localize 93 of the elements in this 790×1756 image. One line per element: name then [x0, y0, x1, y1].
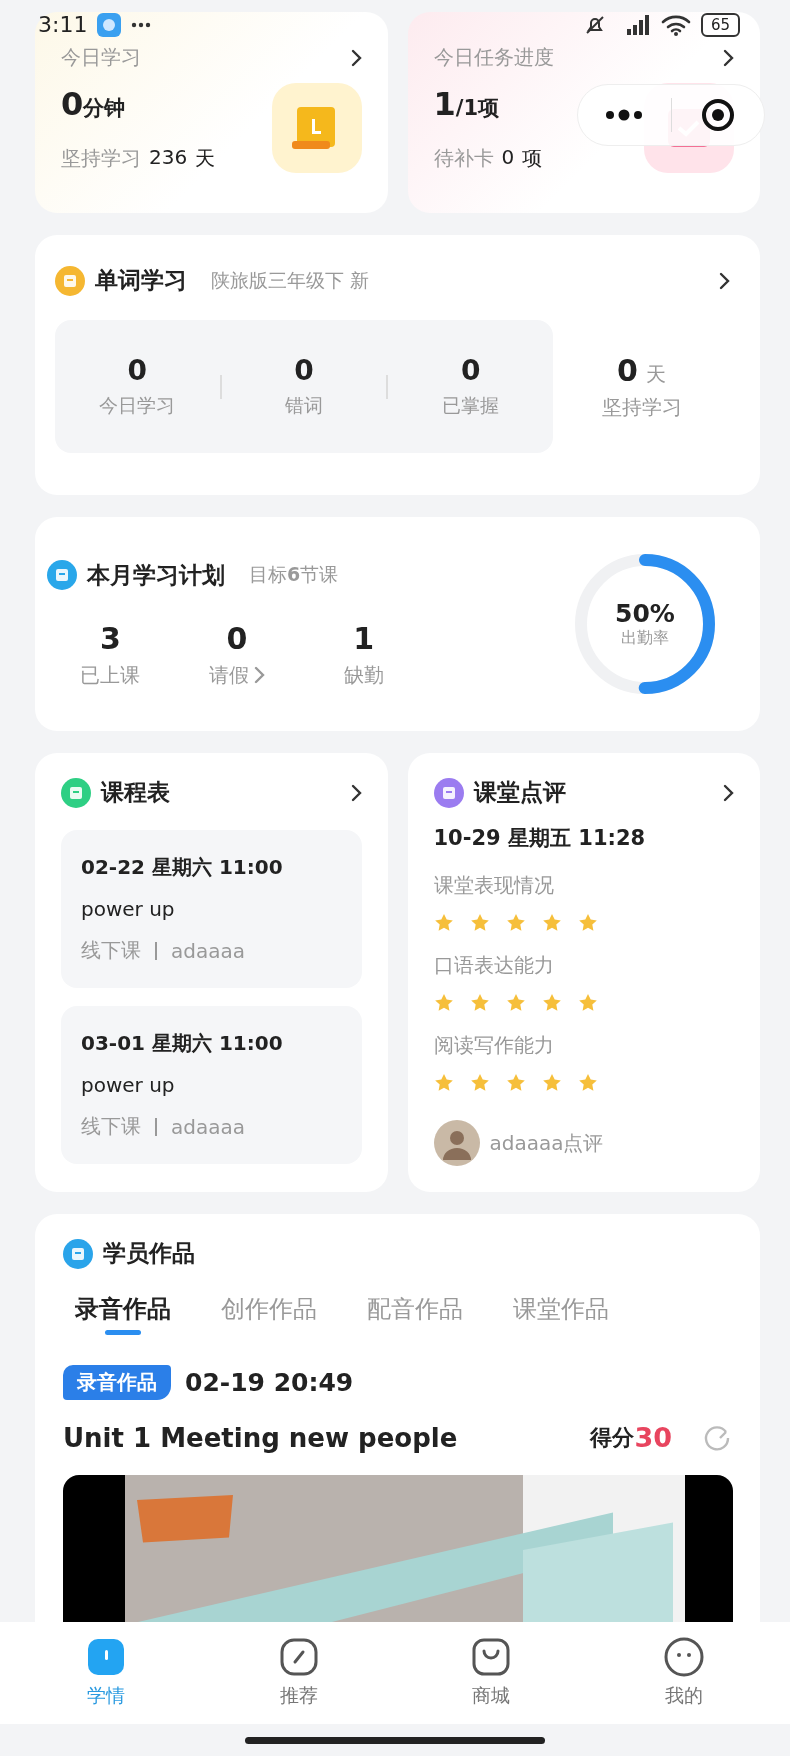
- stat-unit: 天: [645, 360, 666, 388]
- chevron-right-icon[interactable]: [722, 783, 734, 802]
- score-label: 得分: [590, 1423, 635, 1452]
- attendance-rate: 50%: [615, 599, 675, 628]
- criterion-label: 阅读写作能力: [433, 1032, 555, 1059]
- section-title: 单词学习: [95, 266, 187, 295]
- work-time: 02-19 20:49: [185, 1368, 354, 1397]
- course-name: power up: [81, 1073, 176, 1097]
- stat-label: 坚持学习: [601, 393, 682, 421]
- works-tab[interactable]: 配音作品: [367, 1293, 463, 1335]
- avatar: [433, 1120, 480, 1166]
- works-tab[interactable]: 录音作品: [75, 1293, 171, 1335]
- card-title: 今日任务进度: [433, 44, 554, 71]
- stat-label: 已掌握: [442, 393, 500, 418]
- stat-value: 0: [617, 352, 638, 388]
- chevron-right-icon[interactable]: [718, 271, 730, 290]
- lesson-mode: 线下课: [81, 937, 141, 964]
- stat-value: 3: [99, 620, 121, 656]
- stat-label: 错词: [285, 393, 323, 418]
- review-time: 10-29 星期五 11:28: [433, 825, 647, 852]
- star-icon: [433, 993, 454, 1012]
- teacher-name: adaaaa: [171, 938, 245, 963]
- attendance-label: 出勤率: [621, 628, 669, 649]
- stat-label: 已上课: [80, 661, 141, 689]
- close-target-icon[interactable]: [700, 98, 735, 132]
- summary-count: 236: [149, 144, 188, 171]
- criterion-label: 课堂表现情况: [433, 872, 555, 899]
- criterion-label: 口语表达能力: [433, 952, 555, 979]
- summary-value: 1/1项: [433, 84, 501, 123]
- section-title: 课程表: [101, 778, 170, 807]
- chevron-right-icon[interactable]: [349, 783, 362, 802]
- star-icon: [541, 993, 562, 1012]
- profile-face-icon: [663, 1637, 704, 1677]
- stat-value: 0: [226, 620, 248, 656]
- section-title: 课堂点评: [473, 778, 566, 807]
- chevron-right-icon[interactable]: [722, 48, 734, 67]
- star-icon: [469, 1073, 490, 1092]
- works-tab[interactable]: 课堂作品: [513, 1293, 609, 1335]
- scroll-icon: [271, 83, 362, 173]
- textbook-label: 陕旅版三年级下 新: [211, 267, 370, 293]
- stat-value: 1: [353, 620, 375, 656]
- status-time: 3:11: [38, 12, 88, 37]
- lesson-card[interactable]: 03-01 星期六 11:00 power up 线下课 adaaaa: [61, 1006, 362, 1164]
- more-icon[interactable]: [604, 109, 645, 121]
- stat-label: 缺勤: [343, 661, 384, 689]
- stat-label[interactable]: 请假: [209, 661, 249, 689]
- stat-label: 今日学习: [99, 393, 176, 418]
- summary-unit: 项: [522, 144, 543, 172]
- star-icon: [505, 913, 526, 932]
- star-icon: [469, 913, 490, 932]
- star-icon: [433, 1073, 454, 1092]
- compass-icon: [278, 1637, 319, 1677]
- wifi-icon: [660, 13, 691, 36]
- goal-label: 目标6节课: [249, 562, 339, 587]
- score-value: 30: [634, 1422, 672, 1453]
- summary-count: 0: [501, 144, 515, 171]
- star-icon: [541, 913, 562, 932]
- section-title: 本月学习计划: [87, 560, 225, 590]
- star-icon: [469, 993, 490, 1012]
- star-icon: [577, 1073, 598, 1092]
- summary-note: 坚持学习: [61, 144, 141, 172]
- lesson-time: 03-01 星期六 11:00: [81, 1030, 284, 1057]
- work-title: Unit 1 Meeting new people: [63, 1422, 458, 1453]
- work-type-tag: 录音作品: [63, 1365, 171, 1400]
- star-icon: [577, 913, 598, 932]
- summary-note: 待补卡: [433, 144, 494, 172]
- lesson-card[interactable]: 02-22 星期六 11:00 power up 线下课 adaaaa: [61, 830, 362, 988]
- card-title: 今日学习: [61, 44, 141, 71]
- works-tab[interactable]: 创作作品: [221, 1293, 317, 1335]
- course-name: power up: [81, 897, 176, 921]
- stat-value: 0: [127, 354, 148, 387]
- home-tab-icon: [86, 1637, 127, 1677]
- nav-tab[interactable]: 推荐: [238, 1636, 359, 1710]
- stat-value: 0: [460, 354, 481, 387]
- nav-tab[interactable]: 我的: [623, 1636, 744, 1710]
- reviewer-label: adaaaa点评: [489, 1129, 604, 1157]
- more-icon: [131, 21, 152, 28]
- stat-value: 0: [294, 354, 314, 387]
- star-icon: [433, 913, 454, 932]
- nav-tab[interactable]: 学情: [46, 1636, 167, 1710]
- summary-value: 0分钟: [61, 84, 127, 123]
- star-icon: [541, 1073, 562, 1092]
- lesson-mode: 线下课: [81, 1113, 141, 1140]
- section-title: 学员作品: [103, 1239, 195, 1268]
- shopping-bag-icon: [471, 1637, 512, 1677]
- star-icon: [505, 1073, 526, 1092]
- star-icon: [505, 993, 526, 1012]
- summary-unit: 天: [195, 144, 216, 172]
- star-icon: [577, 993, 598, 1012]
- teacher-name: adaaaa: [171, 1114, 245, 1139]
- lesson-time: 02-22 星期六 11:00: [81, 854, 284, 881]
- nav-tab[interactable]: 商城: [431, 1636, 552, 1710]
- chevron-right-icon[interactable]: [349, 48, 362, 67]
